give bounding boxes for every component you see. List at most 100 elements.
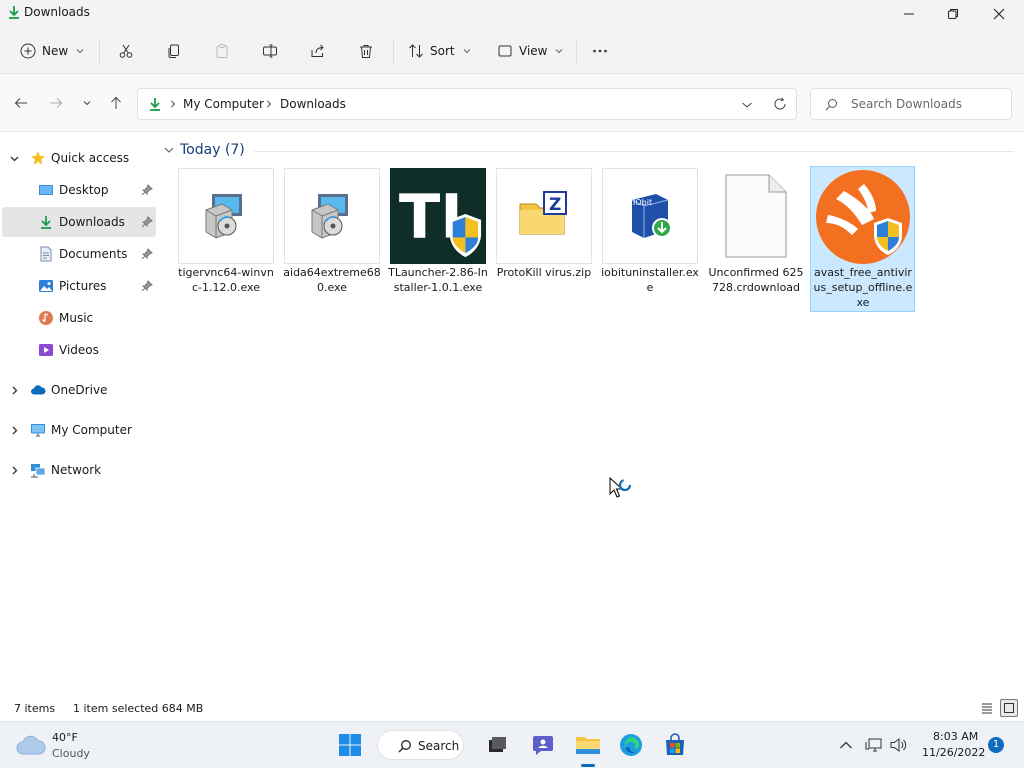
sidebar-item-music[interactable]: Music (0, 303, 156, 333)
file-item[interactable]: IObit iobituninstaller.exe (601, 168, 699, 312)
sidebar-item-label: Documents (59, 247, 128, 261)
volume-button[interactable] (887, 732, 911, 758)
toolbar-divider (99, 40, 100, 64)
file-item[interactable]: TL TLauncher-2.86-Installer-1.0.1.exe (388, 168, 488, 312)
view-button[interactable]: View (497, 36, 563, 66)
chevron-down-icon (556, 49, 563, 54)
sidebar-item-label: Desktop (59, 183, 109, 197)
network-tray-button[interactable] (862, 732, 886, 758)
share-button[interactable] (310, 36, 326, 66)
group-divider (254, 151, 1014, 152)
breadcrumb-my-computer[interactable]: My Computer (183, 97, 264, 111)
refresh-icon[interactable] (773, 97, 787, 111)
file-item[interactable]: Z ProtoKill virus.zip (496, 168, 592, 312)
chevron-down-icon (463, 49, 470, 54)
file-item[interactable]: aida64extreme680.exe (283, 168, 381, 312)
search-icon (398, 740, 411, 753)
title-bar: Downloads (0, 0, 1024, 28)
window-title: Downloads (24, 5, 90, 19)
show-hidden-icons-button[interactable] (834, 732, 858, 758)
sidebar-item-label: Network (51, 463, 102, 477)
forward-button[interactable] (47, 94, 65, 112)
music-icon (39, 311, 53, 325)
selection-info: 1 item selected 684 MB (73, 702, 204, 715)
minimize-button[interactable] (886, 0, 932, 28)
weather-cloud-icon[interactable] (16, 732, 46, 758)
file-item[interactable]: Unconfirmed 625728.crdownload (708, 168, 804, 312)
pin-icon (141, 184, 153, 196)
chevron-down-icon (164, 147, 174, 153)
sidebar-item-label: Music (59, 311, 94, 325)
file-name: tigervnc64-winvnc-1.12.0.exe (178, 266, 274, 294)
search-input[interactable]: Search Downloads (810, 88, 1012, 120)
file-thumbnail: TL (390, 168, 486, 264)
taskbar-search-label: Search (418, 739, 460, 753)
rename-button[interactable] (262, 36, 278, 66)
sort-label: Sort (430, 44, 455, 58)
close-button[interactable] (976, 0, 1022, 28)
store-button[interactable] (662, 732, 688, 758)
sidebar-item-desktop[interactable]: Desktop (0, 175, 156, 205)
busy-cursor-icon (609, 477, 632, 498)
sidebar-item-pictures[interactable]: Pictures (0, 271, 156, 301)
file-item[interactable]: tigervnc64-winvnc-1.12.0.exe (178, 168, 274, 312)
file-explorer-taskbar-button[interactable] (575, 732, 601, 758)
taskbar-search-button[interactable]: Search (377, 730, 464, 760)
task-view-button[interactable] (484, 732, 510, 758)
group-header-today[interactable]: Today (7) (164, 142, 245, 158)
file-thumbnail (178, 168, 274, 264)
sidebar-item-videos[interactable]: Videos (0, 335, 156, 365)
chevron-up-icon (840, 741, 852, 749)
file-thumbnail (708, 168, 804, 264)
more-button[interactable] (592, 36, 608, 66)
tiles-view-button[interactable] (1000, 699, 1018, 717)
sort-button[interactable]: Sort (408, 36, 471, 66)
zip-folder-icon: Z (519, 191, 567, 235)
restore-button[interactable] (930, 0, 976, 28)
arrow-left-icon (14, 98, 27, 108)
installer-icon (205, 194, 242, 239)
cut-button[interactable] (118, 36, 134, 66)
paste-icon (216, 44, 228, 58)
cloud-icon (31, 385, 46, 395)
up-button[interactable] (107, 94, 125, 112)
sidebar-item-downloads[interactable]: Downloads (2, 207, 156, 237)
sidebar-item-label: Videos (59, 343, 99, 357)
edge-icon (620, 734, 642, 756)
copy-button[interactable] (166, 36, 182, 66)
file-item-selected[interactable]: avast_free_antivirus_setup_offline.exe (810, 166, 915, 312)
pin-icon (141, 248, 153, 260)
pictures-icon (39, 280, 53, 292)
plus-circle-icon (20, 43, 36, 59)
computer-icon (31, 424, 45, 437)
view-label: View (519, 44, 548, 58)
sidebar-item-my-computer[interactable]: My Computer (0, 415, 156, 445)
file-name: aida64extreme680.exe (283, 266, 381, 294)
file-thumbnail: IObit (602, 168, 698, 264)
back-button[interactable] (12, 94, 30, 112)
chat-button[interactable] (530, 732, 556, 758)
edge-button[interactable] (618, 732, 644, 758)
clock-date[interactable]: 11/26/2022 (922, 746, 985, 759)
notification-badge[interactable]: 1 (988, 737, 1004, 753)
chevron-down-icon[interactable] (741, 100, 753, 110)
sidebar-item-documents[interactable]: Documents (0, 239, 156, 269)
details-view-button[interactable] (978, 699, 996, 717)
downloads-icon (9, 6, 19, 19)
star-icon (31, 151, 45, 165)
sidebar-item-onedrive[interactable]: OneDrive (0, 375, 156, 405)
delete-button[interactable] (358, 36, 374, 66)
command-bar: New Sort View (0, 28, 1024, 74)
sidebar-item-quick-access[interactable]: Quick access (0, 143, 156, 173)
speaker-icon (890, 737, 907, 753)
clock-time[interactable]: 8:03 AM (933, 730, 978, 743)
new-button[interactable]: New (20, 36, 84, 66)
address-bar[interactable]: My Computer Downloads (137, 88, 797, 120)
recent-locations-button[interactable] (78, 94, 96, 112)
tlauncher-icon: TL (391, 169, 485, 263)
paste-button[interactable] (214, 36, 230, 66)
start-button[interactable] (337, 732, 363, 758)
breadcrumb-downloads[interactable]: Downloads (280, 97, 346, 111)
pin-icon (141, 280, 153, 292)
sidebar-item-network[interactable]: Network (0, 455, 156, 485)
